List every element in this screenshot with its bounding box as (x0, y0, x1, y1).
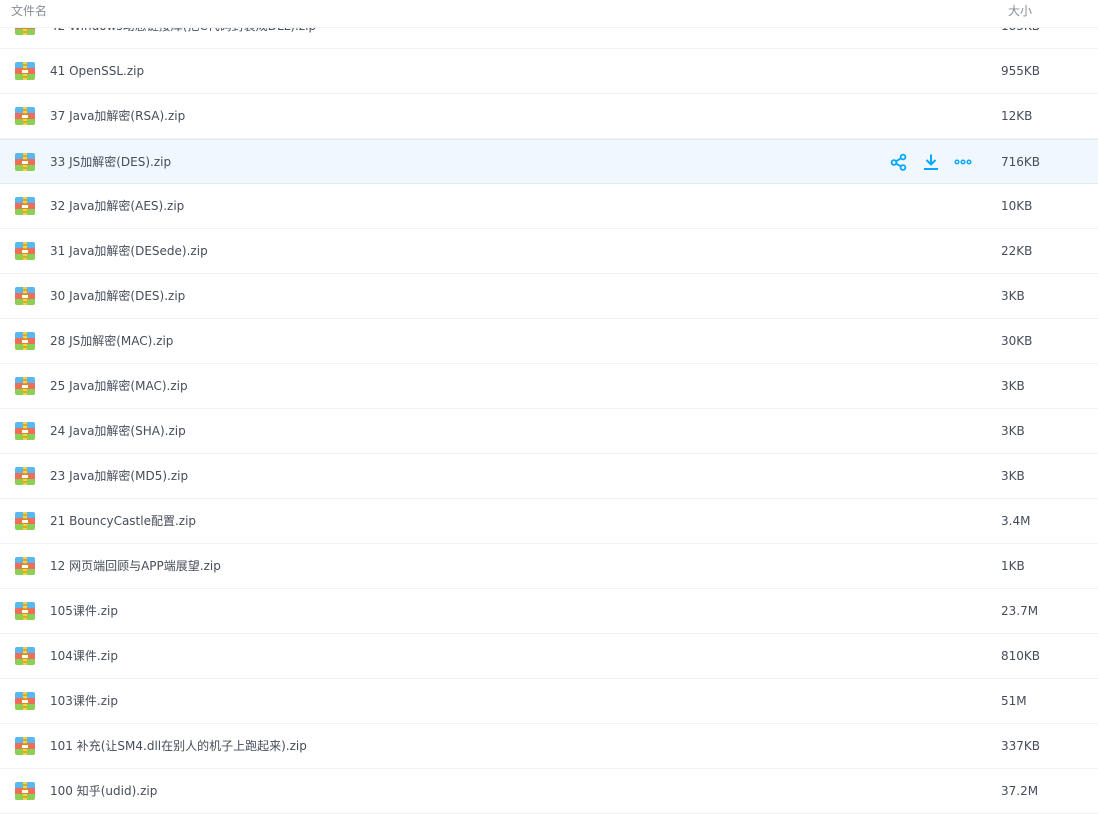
file-name[interactable]: 24 Java加解密(SHA).zip (50, 409, 186, 453)
file-name[interactable]: 37 Java加解密(RSA).zip (50, 94, 185, 138)
file-row[interactable]: 25 Java加解密(MAC).zip 3KB (0, 364, 1098, 409)
share-icon[interactable] (890, 153, 908, 171)
file-row[interactable]: 28 JS加解密(MAC).zip 30KB (0, 319, 1098, 364)
file-row[interactable]: 100 知乎(udid).zip 37.2M (0, 769, 1098, 814)
file-row[interactable]: 103课件.zip 51M (0, 679, 1098, 724)
file-size: 337KB (1001, 739, 1041, 753)
column-header-name[interactable]: 文件名 (11, 2, 47, 19)
file-name[interactable]: 33 JS加解密(DES).zip (50, 140, 171, 184)
zip-file-icon (15, 422, 35, 440)
file-size: 3KB (1001, 289, 1025, 303)
file-name[interactable]: 101 补充(让SM4.dll在别人的机子上跑起来).zip (50, 724, 307, 768)
file-name[interactable]: 25 Java加解密(MAC).zip (50, 364, 188, 408)
file-name[interactable]: 100 知乎(udid).zip (50, 769, 157, 813)
file-row[interactable]: 101 补充(让SM4.dll在别人的机子上跑起来).zip 337KB (0, 724, 1098, 769)
file-name[interactable]: 21 BouncyCastle配置.zip (50, 499, 196, 543)
file-list-header: 文件名 大小 (0, 0, 1098, 28)
zip-file-icon (15, 782, 35, 800)
zip-file-icon (15, 692, 35, 710)
row-actions (890, 153, 972, 171)
file-list: 42 Windows动态链接库(把C代码封装成DLL).zip183KB41 O… (0, 4, 1098, 814)
file-name[interactable]: 103课件.zip (50, 679, 118, 723)
file-row[interactable]: 21 BouncyCastle配置.zip 3.4M (0, 499, 1098, 544)
file-name[interactable]: 30 Java加解密(DES).zip (50, 274, 185, 318)
file-size: 30KB (1001, 334, 1033, 348)
file-name[interactable]: 23 Java加解密(MD5).zip (50, 454, 188, 498)
file-size: 22KB (1001, 244, 1033, 258)
file-size: 12KB (1001, 109, 1033, 123)
zip-file-icon (15, 602, 35, 620)
file-row[interactable]: 32 Java加解密(AES).zip 10KB (0, 184, 1098, 229)
zip-file-icon (15, 197, 35, 215)
file-size: 10KB (1001, 199, 1033, 213)
file-row[interactable]: 23 Java加解密(MD5).zip 3KB (0, 454, 1098, 499)
file-size: 716KB (1001, 155, 1041, 169)
file-row[interactable]: 37 Java加解密(RSA).zip 12KB (0, 94, 1098, 139)
file-row[interactable]: 41 OpenSSL.zip 955KB (0, 49, 1098, 94)
zip-file-icon (15, 377, 35, 395)
zip-file-icon (15, 512, 35, 530)
file-size: 37.2M (1001, 784, 1039, 798)
zip-file-icon (15, 647, 35, 665)
file-row[interactable]: 105课件.zip 23.7M (0, 589, 1098, 634)
file-size: 955KB (1001, 64, 1041, 78)
file-size: 51M (1001, 694, 1027, 708)
file-name[interactable]: 31 Java加解密(DESede).zip (50, 229, 208, 273)
file-row[interactable]: 30 Java加解密(DES).zip 3KB (0, 274, 1098, 319)
zip-file-icon (15, 107, 35, 125)
file-size: 23.7M (1001, 604, 1039, 618)
file-name[interactable]: 28 JS加解密(MAC).zip (50, 319, 173, 363)
file-name[interactable]: 104课件.zip (50, 634, 118, 678)
file-size: 3KB (1001, 424, 1025, 438)
file-row[interactable]: 33 JS加解密(DES).zip 716KB (0, 139, 1098, 184)
file-row[interactable]: 104课件.zip 810KB (0, 634, 1098, 679)
zip-file-icon (15, 467, 35, 485)
file-size: 3.4M (1001, 514, 1031, 528)
file-name[interactable]: 12 网页端回顾与APP端展望.zip (50, 544, 221, 588)
download-icon[interactable] (922, 153, 940, 171)
file-name[interactable]: 105课件.zip (50, 589, 118, 633)
file-size: 3KB (1001, 469, 1025, 483)
zip-file-icon (15, 242, 35, 260)
zip-file-icon (15, 153, 35, 171)
file-row[interactable]: 12 网页端回顾与APP端展望.zip 1KB (0, 544, 1098, 589)
file-size: 1KB (1001, 559, 1025, 573)
more-icon[interactable] (954, 153, 972, 171)
zip-file-icon (15, 737, 35, 755)
file-name[interactable]: 41 OpenSSL.zip (50, 49, 144, 93)
zip-file-icon (15, 557, 35, 575)
zip-file-icon (15, 62, 35, 80)
zip-file-icon (15, 332, 35, 350)
file-size: 810KB (1001, 649, 1041, 663)
column-header-size[interactable]: 大小 (1008, 2, 1032, 19)
file-size: 3KB (1001, 379, 1025, 393)
zip-file-icon (15, 287, 35, 305)
file-row[interactable]: 24 Java加解密(SHA).zip 3KB (0, 409, 1098, 454)
file-row[interactable]: 31 Java加解密(DESede).zip 22KB (0, 229, 1098, 274)
file-name[interactable]: 32 Java加解密(AES).zip (50, 184, 184, 228)
